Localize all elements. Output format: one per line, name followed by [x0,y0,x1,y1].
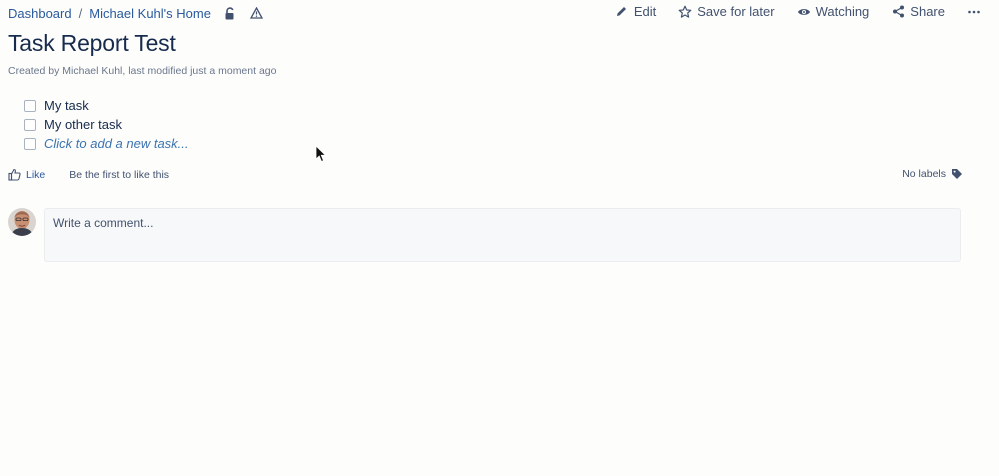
watching-button[interactable]: Watching [797,4,870,19]
tag-icon [951,168,963,180]
task-label[interactable]: My other task [44,117,122,132]
edit-button[interactable]: Edit [615,4,656,19]
warning-triangle-icon[interactable] [250,6,264,20]
star-icon [678,5,692,19]
breadcrumb-home-link[interactable]: Michael Kuhl's Home [89,6,211,21]
mouse-cursor-icon [315,145,327,163]
save-for-later-button[interactable]: Save for later [678,4,775,19]
pencil-icon [615,5,629,19]
share-icon [891,5,905,19]
page-byline: Created by Michael Kuhl, last modified j… [8,65,277,77]
add-new-task-link[interactable]: Click to add a new task... [44,136,189,151]
watching-label: Watching [815,4,870,19]
eye-icon [797,5,811,19]
task-label[interactable]: My task [44,98,89,113]
thumbs-up-icon [8,168,21,181]
task-item: My other task [24,115,189,134]
breadcrumb-separator: / [78,5,83,21]
breadcrumb-dashboard-link[interactable]: Dashboard [8,6,72,21]
save-for-later-label: Save for later [697,4,775,19]
page-toolbar: Edit Save for later Watching Share [593,4,981,19]
new-task-checkbox[interactable] [24,137,36,150]
more-horizontal-icon [968,10,980,13]
page-title: Task Report Test [8,30,176,56]
unlock-icon[interactable] [223,6,237,20]
task-checkbox[interactable] [24,99,36,112]
edit-label: Edit [633,4,657,19]
share-label: Share [910,4,945,19]
task-list: My task My other task Click to add a new… [24,96,189,153]
like-button[interactable]: Like [8,168,45,181]
new-task-item: Click to add a new task... [24,134,189,153]
user-avatar [8,208,36,236]
more-actions-button[interactable] [967,5,981,19]
labels-text: No labels [902,168,946,180]
breadcrumb: Dashboard / Michael Kuhl's Home [8,5,264,21]
task-item: My task [24,96,189,115]
like-label: Like [26,168,46,181]
labels-section[interactable]: No labels [902,168,963,180]
task-checkbox[interactable] [24,118,36,131]
like-status-text: Be the first to like this [69,168,170,181]
comment-input[interactable] [44,208,961,262]
breadcrumb-icons [223,6,264,20]
likes-section: Like Be the first to like this [8,168,169,181]
share-button[interactable]: Share [891,4,945,19]
